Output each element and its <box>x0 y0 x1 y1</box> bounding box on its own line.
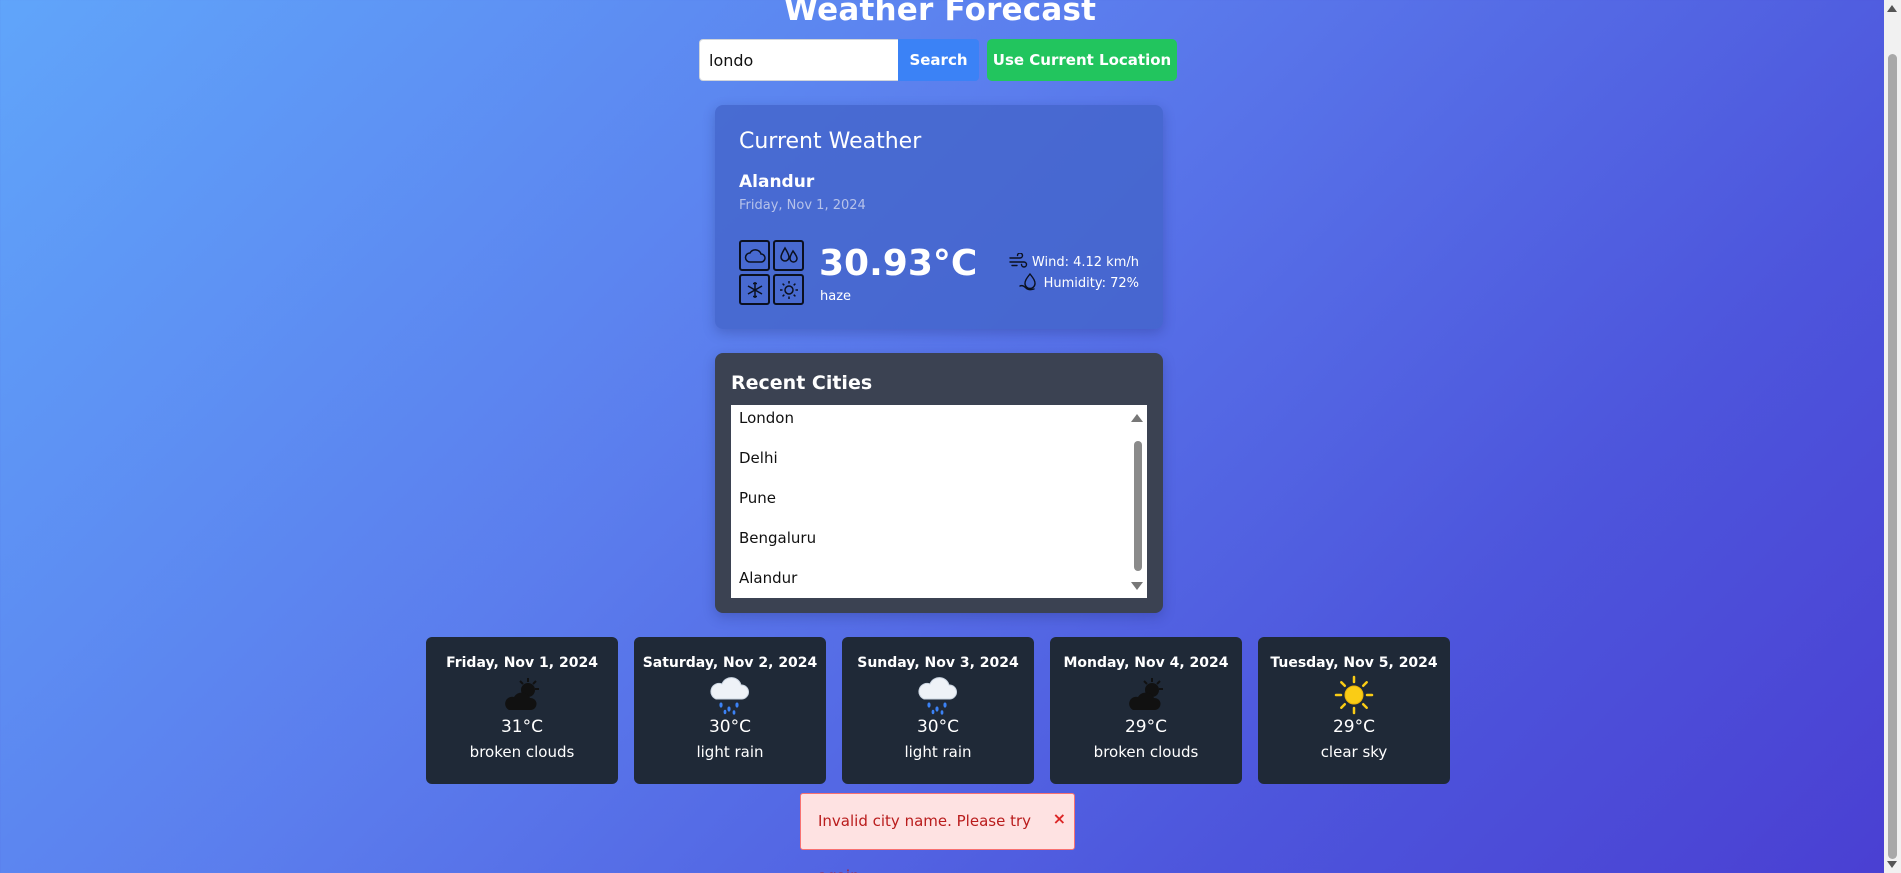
recent-city-item[interactable]: Alandur <box>731 565 1147 598</box>
weather-icon-grid <box>739 240 805 306</box>
recent-cities-list[interactable]: London Delhi Pune Bengaluru Alandur <box>731 405 1147 598</box>
sun-icon <box>773 274 804 305</box>
scroll-up-arrow-icon[interactable] <box>1131 414 1143 422</box>
forecast-card: Monday, Nov 4, 2024 29°C broken clouds <box>1050 637 1242 784</box>
forecast-date: Tuesday, Nov 5, 2024 <box>1270 655 1438 671</box>
city-name: Alandur <box>739 172 815 192</box>
recent-city-item[interactable]: London <box>731 405 1147 445</box>
forecast-card: Friday, Nov 1, 2024 31°C broken clouds <box>426 637 618 784</box>
current-weather-heading: Current Weather <box>739 129 922 154</box>
page-scroll-down-icon[interactable] <box>1887 861 1897 868</box>
forecast-temp: 29°C <box>1332 717 1375 737</box>
recent-cities-heading: Recent Cities <box>731 372 873 394</box>
current-temperature: 30.93°C <box>819 243 978 284</box>
forecast-card: Sunday, Nov 3, 2024 30°C light rain <box>842 637 1034 784</box>
recent-city-item[interactable]: Delhi <box>731 445 1147 485</box>
recent-list-scrollbar[interactable] <box>1130 405 1147 598</box>
forecast-row: Friday, Nov 1, 2024 31°C broken clouds S… <box>426 637 1450 784</box>
recent-city-item[interactable]: Bengaluru <box>731 525 1147 565</box>
forecast-description: light rain <box>904 743 972 761</box>
error-toast: Invalid city name. Please try again. × <box>800 793 1075 873</box>
rain-cloud-icon <box>634 673 826 717</box>
page-scroll-up-icon[interactable] <box>1887 5 1897 12</box>
wind-stat: Wind: 4.12 km/h <box>1008 251 1139 273</box>
forecast-temp: 30°C <box>708 717 751 737</box>
sun-behind-cloud-icon <box>426 673 618 717</box>
sun-behind-cloud-icon <box>1050 673 1242 717</box>
forecast-card: Tuesday, Nov 5, 2024 29°C clear sky <box>1258 637 1450 784</box>
current-date: Friday, Nov 1, 2024 <box>739 198 866 213</box>
search-button[interactable]: Search <box>898 39 979 81</box>
page-title: Weather Forecast <box>783 0 1097 28</box>
wind-icon <box>1008 251 1032 273</box>
forecast-card: Saturday, Nov 2, 2024 30°C light rain <box>634 637 826 784</box>
forecast-description: broken clouds <box>469 743 575 761</box>
current-weather-row: 30.93°C haze Wind: 4.12 km/h Humidity: 7… <box>739 240 1139 310</box>
rain-cloud-icon <box>842 673 1034 717</box>
humidity-icon <box>1018 272 1044 296</box>
forecast-date: Friday, Nov 1, 2024 <box>446 655 598 671</box>
error-message: Invalid city name. Please try again. <box>818 812 1032 873</box>
recent-city-item[interactable]: Pune <box>731 485 1147 525</box>
wind-value: Wind: 4.12 km/h <box>1031 255 1139 270</box>
forecast-description: broken clouds <box>1093 743 1199 761</box>
current-weather-card: Current Weather Alandur Friday, Nov 1, 2… <box>715 105 1163 329</box>
recent-cities-card: Recent Cities London Delhi Pune Bengalur… <box>715 353 1163 613</box>
snowflake-icon <box>739 274 770 305</box>
scroll-down-arrow-icon[interactable] <box>1131 582 1143 590</box>
forecast-description: light rain <box>696 743 764 761</box>
forecast-temp: 31°C <box>500 717 543 737</box>
page-scroll-thumb[interactable] <box>1888 54 1897 859</box>
forecast-date: Sunday, Nov 3, 2024 <box>857 655 1019 671</box>
forecast-temp: 29°C <box>1124 717 1167 737</box>
page-scrollbar[interactable] <box>1884 0 1901 873</box>
forecast-date: Monday, Nov 4, 2024 <box>1063 655 1229 671</box>
current-condition: haze <box>820 289 852 304</box>
humidity-stat: Humidity: 72% <box>1008 272 1139 296</box>
sun-icon <box>1258 673 1450 717</box>
weather-stats: Wind: 4.12 km/h Humidity: 72% <box>1008 251 1139 296</box>
forecast-date: Saturday, Nov 2, 2024 <box>642 655 818 671</box>
scroll-thumb[interactable] <box>1134 441 1142 571</box>
forecast-description: clear sky <box>1320 743 1388 761</box>
close-icon[interactable]: × <box>1053 811 1066 827</box>
cloud-icon <box>739 240 770 271</box>
droplets-icon <box>773 240 804 271</box>
humidity-value: Humidity: 72% <box>1043 276 1139 291</box>
use-current-location-button[interactable]: Use Current Location <box>987 39 1177 81</box>
city-search-input[interactable] <box>699 39 898 81</box>
search-bar: Search Use Current Location <box>699 39 1177 81</box>
forecast-temp: 30°C <box>916 717 959 737</box>
